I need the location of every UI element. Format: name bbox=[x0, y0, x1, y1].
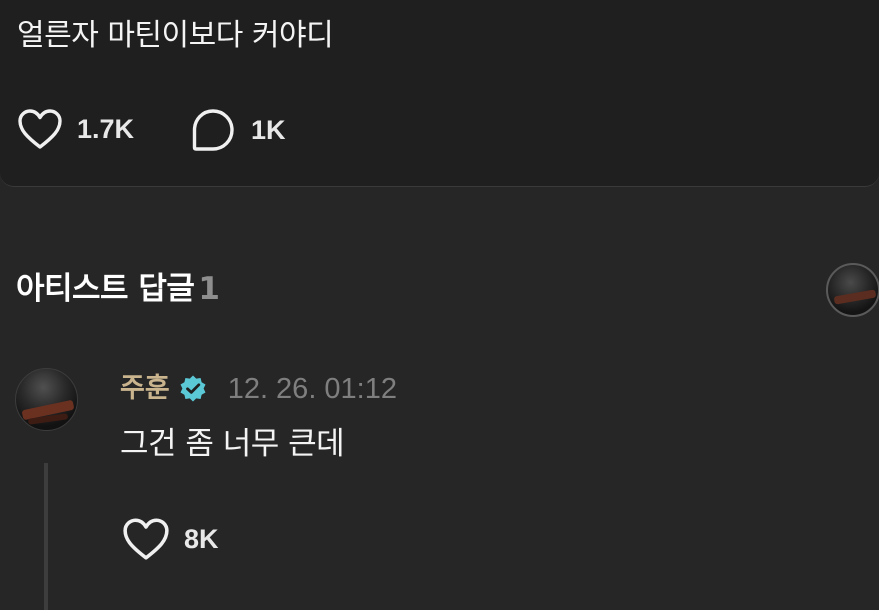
reply-timestamp: 12. 26. 01:12 bbox=[227, 372, 398, 405]
artist-replies-heading: 아티스트 답글 1 bbox=[16, 268, 220, 310]
reply-meta: 주훈 12. 26. 01:12 bbox=[120, 370, 397, 408]
like-count: 1.7K bbox=[77, 113, 135, 144]
artist-replies-count: 1 bbox=[198, 271, 220, 307]
artist-replies-title: 아티스트 답글 bbox=[16, 271, 195, 307]
reply-author-avatar[interactable] bbox=[15, 368, 78, 431]
heart-icon bbox=[123, 518, 169, 560]
post-text: 얼른자 마틴이보다 커야디 bbox=[17, 18, 334, 53]
heart-icon bbox=[18, 109, 62, 149]
avatar-detail bbox=[833, 289, 877, 305]
reply-text: 그건 좀 너무 큰데 bbox=[120, 426, 345, 462]
post-card: 얼른자 마틴이보다 커야디 1.7K 1K bbox=[0, 0, 879, 187]
reply-author-name[interactable]: 주훈 bbox=[120, 370, 170, 408]
artist-avatar[interactable] bbox=[826, 263, 879, 317]
thread-line bbox=[44, 463, 48, 610]
reply-like-button[interactable]: 8K bbox=[122, 517, 219, 561]
reply-like-count: 8K bbox=[184, 523, 219, 554]
comment-icon bbox=[192, 109, 234, 151]
comment-button[interactable]: 1K bbox=[191, 108, 286, 152]
comment-count: 1K bbox=[251, 114, 286, 145]
verified-badge-icon bbox=[180, 375, 206, 402]
like-button[interactable]: 1.7K bbox=[17, 108, 134, 150]
